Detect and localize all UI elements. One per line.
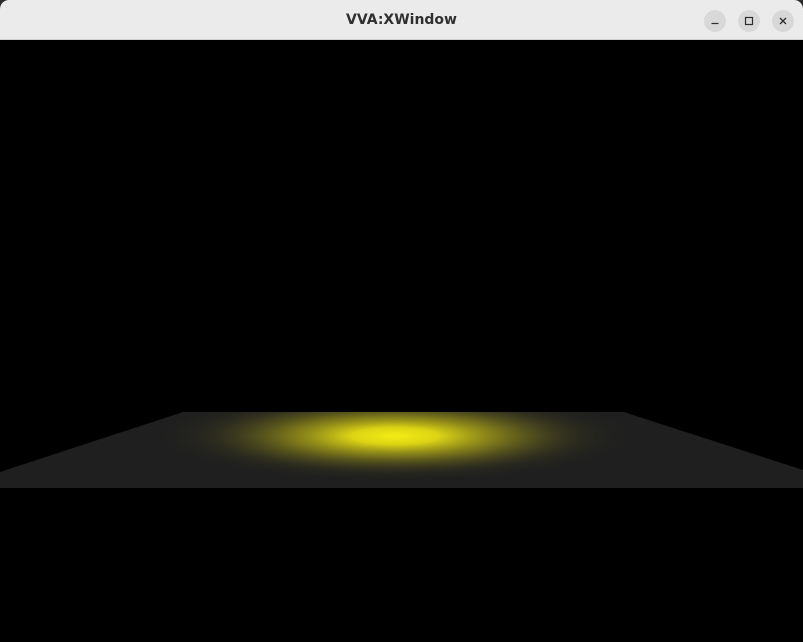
title-bar[interactable]: VVA:XWindow bbox=[0, 0, 803, 40]
close-icon bbox=[778, 16, 788, 26]
maximize-icon bbox=[744, 16, 754, 26]
close-button[interactable] bbox=[772, 10, 794, 32]
scene-canvas bbox=[0, 40, 803, 642]
maximize-button[interactable] bbox=[738, 10, 760, 32]
minimize-button[interactable] bbox=[704, 10, 726, 32]
window-title: VVA:XWindow bbox=[346, 12, 457, 28]
minimize-icon bbox=[710, 16, 720, 26]
scene-background bbox=[0, 40, 803, 642]
app-window: VVA:XWindow bbox=[0, 0, 803, 642]
render-viewport[interactable] bbox=[0, 40, 803, 642]
